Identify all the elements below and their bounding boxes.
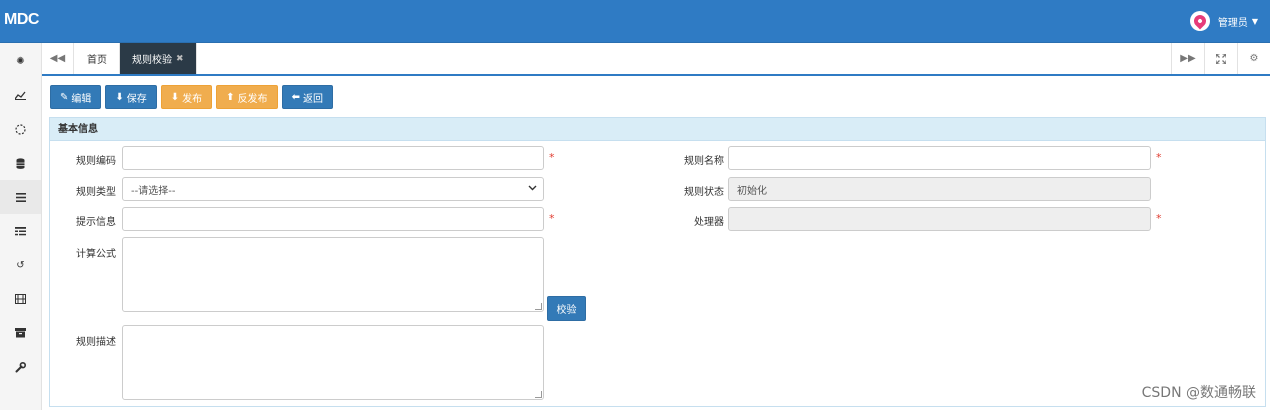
tab-label: 首页	[87, 55, 107, 66]
history-icon[interactable]: ↺	[0, 248, 41, 282]
database-icon[interactable]	[0, 146, 41, 180]
user-avatar-icon	[1189, 11, 1210, 31]
edit-button-label: 编辑	[71, 93, 92, 105]
save-button[interactable]: ⬇ 保存	[105, 85, 157, 109]
arrow-left-icon: ⬅	[291, 91, 300, 103]
description-label: 规则描述	[76, 337, 116, 348]
hint-input[interactable]	[122, 207, 544, 231]
wrench-icon[interactable]	[0, 350, 41, 384]
brand-logo[interactable]: MDC	[4, 11, 39, 29]
list-icon[interactable]	[0, 180, 41, 214]
save-button-label: 保存	[126, 93, 147, 105]
download-icon: ⬇	[115, 91, 124, 103]
edit-button[interactable]: ✎ 编辑	[50, 85, 102, 109]
film-icon[interactable]	[0, 282, 41, 316]
back-button-label: 返回	[302, 93, 323, 105]
tab-rule-check[interactable]: 规则校验 ✖	[120, 43, 197, 74]
formula-label: 计算公式	[76, 249, 116, 260]
user-menu[interactable]: 管理员 ▼	[1189, 11, 1258, 31]
user-name: 管理员	[1217, 17, 1248, 29]
resize-handle-icon[interactable]	[535, 303, 542, 310]
hint-label: 提示信息	[76, 217, 116, 228]
tab-bar: ◀◀ 首页 规则校验 ✖ ▶▶ ⚙	[42, 43, 1270, 76]
required-mark: *	[1156, 212, 1162, 225]
publish-button-label: 发布	[182, 93, 203, 105]
rule-name-label: 规则名称	[684, 156, 724, 167]
tab-scroll-left-icon[interactable]: ◀◀	[42, 43, 74, 74]
tab-scroll-right-icon[interactable]: ▶▶	[1171, 43, 1204, 74]
rule-name-input[interactable]	[728, 146, 1151, 170]
upload-icon: ⬆	[226, 91, 235, 103]
unpublish-button[interactable]: ⬆ 反发布	[216, 85, 278, 109]
spinner-icon[interactable]	[0, 112, 41, 146]
processor-label: 处理器	[694, 217, 724, 228]
formula-textarea[interactable]	[122, 237, 544, 312]
table-list-icon[interactable]	[0, 214, 41, 248]
chevron-down-icon: ▼	[1251, 16, 1258, 26]
sidebar: ✺ ↺	[0, 43, 42, 410]
archive-icon[interactable]	[0, 316, 41, 350]
tab-home[interactable]: 首页	[75, 43, 120, 74]
gear-icon[interactable]: ⚙	[1237, 43, 1270, 74]
panel-title: 基本信息	[50, 118, 1265, 141]
processor-field[interactable]	[728, 207, 1151, 231]
action-toolbar: ✎ 编辑 ⬇ 保存 ⬇ 发布 ⬆ 反发布 ⬅ 返回	[50, 85, 337, 109]
rule-code-input[interactable]	[122, 146, 544, 170]
rule-status-field: 初始化	[728, 177, 1151, 201]
close-icon[interactable]: ✖	[176, 54, 184, 64]
back-button[interactable]: ⬅ 返回	[281, 85, 333, 109]
resize-handle-icon[interactable]	[535, 391, 542, 398]
cube-icon[interactable]: ✺	[0, 44, 41, 78]
required-mark: *	[549, 151, 555, 164]
publish-button[interactable]: ⬇ 发布	[160, 85, 213, 109]
rule-type-selected: --请选择--	[131, 185, 176, 197]
download-icon: ⬇	[170, 91, 180, 103]
line-chart-icon[interactable]	[0, 78, 41, 112]
rule-status-label: 规则状态	[684, 187, 724, 198]
rule-type-select[interactable]: --请选择--	[122, 177, 544, 201]
required-mark: *	[1156, 151, 1162, 164]
edit-icon: ✎	[60, 91, 69, 103]
fullscreen-icon[interactable]	[1204, 43, 1237, 74]
watermark: CSDN @数通畅联	[1141, 385, 1256, 401]
required-mark: *	[549, 212, 555, 225]
description-textarea[interactable]	[122, 325, 544, 400]
chevron-down-icon	[528, 184, 537, 194]
rule-type-label: 规则类型	[76, 187, 116, 198]
check-button[interactable]: 校验	[547, 296, 586, 321]
unpublish-button-label: 反发布	[237, 93, 268, 105]
tab-label: 规则校验	[132, 55, 172, 66]
top-navbar: MDC 管理员 ▼	[0, 0, 1270, 43]
rule-code-label: 规则编码	[76, 156, 116, 167]
